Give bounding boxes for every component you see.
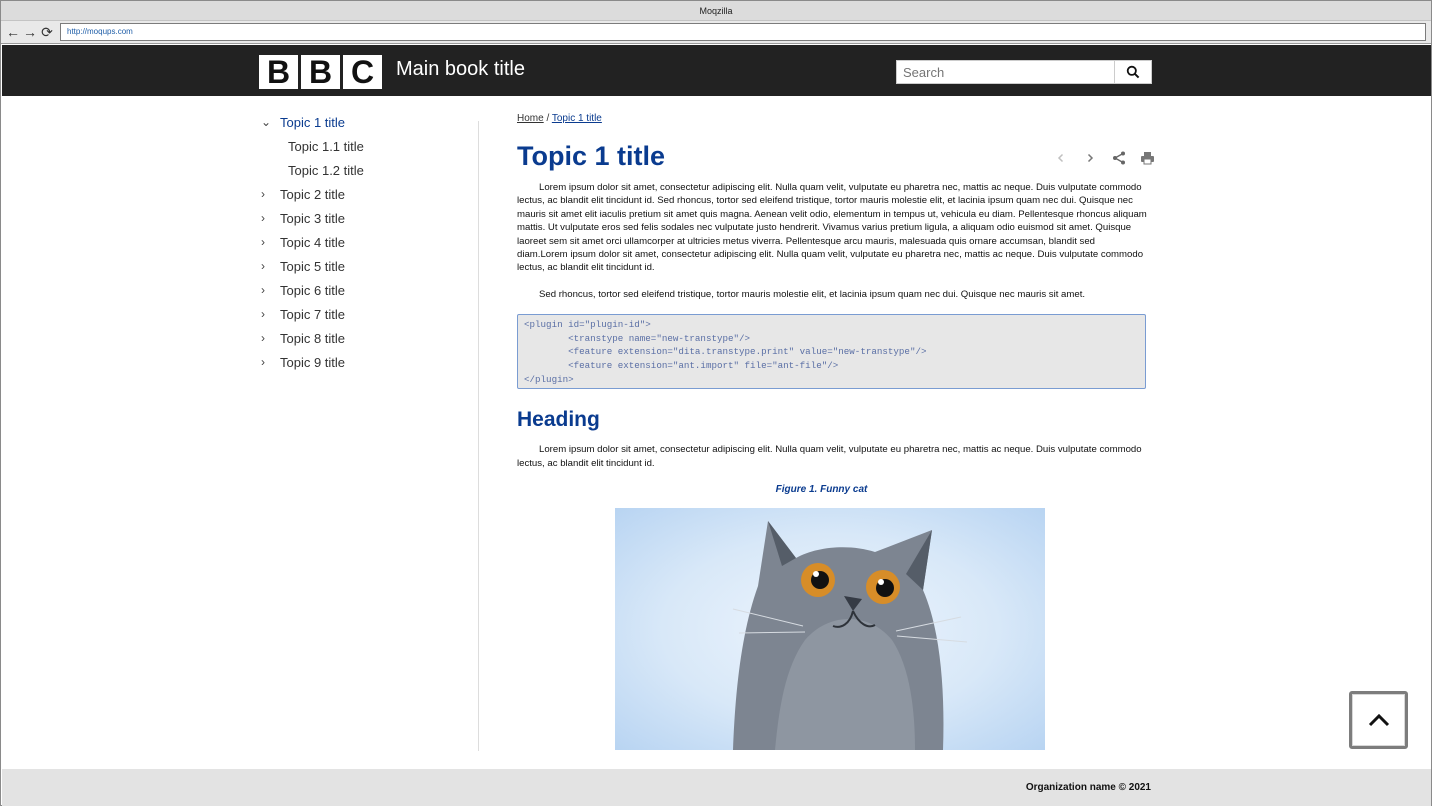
toc-item-topic-8[interactable]: › Topic 8 title [261, 326, 461, 350]
topic-toolbar [1052, 149, 1156, 166]
window-title: Moqzilla [1, 1, 1431, 21]
funny-cat-image [615, 508, 1045, 750]
address-bar: ← → ⟳ http://moqups.com [1, 21, 1431, 44]
logo-letter: B [259, 55, 298, 89]
chevron-right-icon[interactable]: › [261, 187, 280, 201]
toc-item-topic-5[interactable]: › Topic 5 title [261, 254, 461, 278]
toc-item-topic-1-1[interactable]: Topic 1.1 title [261, 134, 461, 158]
toc-item-label: Topic 3 title [280, 210, 346, 226]
content-divider [478, 121, 479, 751]
print-button[interactable] [1139, 149, 1156, 166]
toc-item-label: Topic 5 title [280, 258, 346, 274]
back-to-top-button[interactable] [1349, 691, 1408, 749]
url-input[interactable]: http://moqups.com [60, 23, 1426, 41]
search-button[interactable] [1114, 60, 1152, 84]
book-title[interactable]: Main book title [396, 58, 525, 81]
logo-letter: C [343, 55, 382, 89]
next-topic-button[interactable] [1081, 149, 1098, 166]
breadcrumb: Home / Topic 1 title [517, 113, 1147, 129]
chevron-down-icon[interactable]: ⌄ [261, 115, 280, 129]
forward-arrow-icon[interactable]: → [23, 24, 37, 40]
print-icon [1141, 151, 1154, 164]
share-icon [1112, 151, 1125, 164]
chevron-right-icon[interactable]: › [261, 307, 280, 321]
breadcrumb-separator: / [543, 113, 552, 124]
figure-caption: Figure 1. Funny cat [775, 484, 868, 496]
back-arrow-icon[interactable]: ← [6, 24, 20, 40]
toc-item-topic-3[interactable]: › Topic 3 title [261, 206, 461, 230]
chevron-right-icon[interactable]: › [261, 259, 280, 273]
topic-content: Home / Topic 1 title Topic 1 title Lorem… [517, 113, 1154, 496]
chevron-right-icon [1087, 153, 1093, 162]
toc-item-label: Topic 9 title [280, 354, 346, 370]
section-heading: Heading [517, 408, 600, 432]
page-footer: Organization name © 2021 [2, 769, 1431, 806]
previous-topic-button[interactable] [1052, 149, 1069, 166]
chevron-right-icon[interactable]: › [261, 283, 280, 297]
chevron-up-icon [1368, 713, 1389, 727]
search-icon [1126, 65, 1140, 79]
chevron-right-icon[interactable]: › [261, 355, 280, 369]
toc-item-topic-6[interactable]: › Topic 6 title [261, 278, 461, 302]
code-block: <plugin id="plugin-id"> <transtype name=… [517, 314, 1146, 390]
toc-item-label: Topic 6 title [280, 282, 346, 298]
chevron-right-icon[interactable]: › [261, 211, 280, 225]
cat-illustration [732, 521, 968, 750]
reload-icon[interactable]: ⟳ [40, 24, 54, 40]
site-header: B B C Main book title [2, 45, 1431, 96]
footer-copyright: Organization name © 2021 [1025, 782, 1151, 793]
topic-paragraph: Lorem ipsum dolor sit amet, consectetur … [517, 182, 1147, 274]
toc-item-label: Topic 1.2 title [288, 162, 364, 178]
topic-paragraph: Sed rhoncus, tortor sed eleifend tristiq… [539, 288, 1086, 300]
toc-item-topic-9[interactable]: › Topic 9 title [261, 350, 461, 374]
toc-item-label: Topic 1.1 title [288, 138, 364, 154]
toc-item-topic-7[interactable]: › Topic 7 title [261, 302, 461, 326]
bbc-logo[interactable]: B B C [259, 55, 382, 89]
toc-item-label: Topic 4 title [280, 234, 346, 250]
search-input[interactable] [896, 60, 1115, 84]
toc-item-topic-4[interactable]: › Topic 4 title [261, 230, 461, 254]
chevron-left-icon [1057, 153, 1063, 162]
chevron-right-icon[interactable]: › [261, 331, 280, 345]
toc-item-topic-1-2[interactable]: Topic 1.2 title [261, 158, 461, 182]
logo-letter: B [301, 55, 340, 89]
toc-item-label: Topic 7 title [280, 306, 346, 322]
breadcrumb-home-link[interactable]: Home [517, 113, 544, 124]
browser-window: Moqzilla ← → ⟳ http://moqups.com B B C M… [0, 0, 1432, 806]
breadcrumb-current-link[interactable]: Topic 1 title [552, 113, 602, 124]
toc-item-label: Topic 1 title [280, 114, 346, 130]
toc-item-topic-1[interactable]: ⌄ Topic 1 title [261, 110, 461, 134]
topic-paragraph: Lorem ipsum dolor sit amet, consectetur … [517, 444, 1142, 469]
toc-sidebar: ⌄ Topic 1 title Topic 1.1 title Topic 1.… [261, 110, 461, 374]
toc-item-topic-2[interactable]: › Topic 2 title [261, 182, 461, 206]
share-button[interactable] [1110, 149, 1127, 166]
chevron-right-icon[interactable]: › [261, 235, 280, 249]
toc-item-label: Topic 8 title [280, 330, 346, 346]
browser-nav-controls: ← → ⟳ [6, 24, 54, 40]
toc-item-label: Topic 2 title [280, 186, 346, 202]
